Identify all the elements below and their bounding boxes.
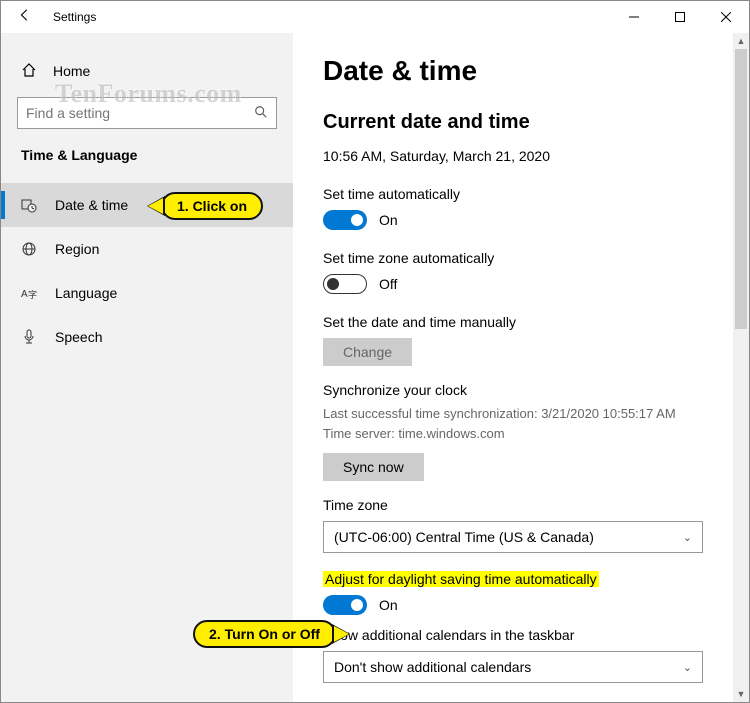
svg-text:A: A — [21, 289, 28, 300]
toggle-state: On — [379, 597, 398, 613]
calendars-value: Don't show additional calendars — [334, 659, 531, 675]
sidebar-item-date-time[interactable]: Date & time — [1, 183, 293, 227]
scroll-down-arrow[interactable]: ▼ — [733, 686, 749, 702]
globe-icon — [21, 241, 37, 257]
sidebar-item-label: Date & time — [55, 197, 128, 213]
current-datetime: 10:56 AM, Saturday, March 21, 2020 — [323, 148, 703, 164]
section-current: Current date and time — [323, 111, 703, 134]
chevron-down-icon: ⌄ — [683, 531, 692, 544]
sidebar-item-label: Language — [55, 285, 117, 301]
scroll-up-arrow[interactable]: ▲ — [733, 33, 749, 49]
timezone-value: (UTC-06:00) Central Time (US & Canada) — [334, 529, 594, 545]
sidebar: Home Time & Language Date & time Region … — [1, 33, 293, 702]
sidebar-item-label: Speech — [55, 329, 102, 345]
home-icon — [21, 62, 37, 81]
label-sync: Synchronize your clock — [323, 382, 703, 398]
sidebar-item-label: Region — [55, 241, 99, 257]
main-content: Date & time Current date and time 10:56 … — [293, 33, 733, 702]
sync-now-button[interactable]: Sync now — [323, 453, 424, 481]
label-manual: Set the date and time manually — [323, 314, 703, 330]
home-label: Home — [53, 63, 90, 79]
label-set-tz-auto: Set time zone automatically — [323, 250, 703, 266]
window-title: Settings — [53, 10, 96, 24]
search-icon — [254, 105, 268, 122]
label-calendars: Show additional calendars in the taskbar — [323, 627, 703, 643]
minimize-button[interactable] — [611, 1, 657, 33]
label-dst: Adjust for daylight saving time automati… — [323, 571, 703, 587]
category-title: Time & Language — [1, 147, 293, 163]
search-box[interactable] — [17, 97, 277, 129]
sidebar-item-speech[interactable]: Speech — [1, 315, 293, 359]
page-heading: Date & time — [323, 55, 703, 87]
home-link[interactable]: Home — [1, 53, 293, 89]
clock-calendar-icon — [21, 197, 37, 213]
change-button[interactable]: Change — [323, 338, 412, 366]
sidebar-item-language[interactable]: A字 Language — [1, 271, 293, 315]
scrollbar-thumb[interactable] — [735, 49, 747, 329]
timezone-dropdown[interactable]: (UTC-06:00) Central Time (US & Canada) ⌄ — [323, 521, 703, 553]
vertical-scrollbar[interactable]: ▲ ▼ — [733, 33, 749, 702]
search-input[interactable] — [26, 105, 254, 121]
sidebar-item-region[interactable]: Region — [1, 227, 293, 271]
language-icon: A字 — [21, 285, 37, 301]
sync-last: Last successful time synchronization: 3/… — [323, 404, 703, 424]
svg-text:字: 字 — [28, 289, 37, 300]
calendars-dropdown[interactable]: Don't show additional calendars ⌄ — [323, 651, 703, 683]
toggle-set-tz-auto[interactable] — [323, 274, 367, 294]
chevron-down-icon: ⌄ — [683, 661, 692, 674]
toggle-set-time-auto[interactable] — [323, 210, 367, 230]
back-button[interactable] — [9, 8, 41, 27]
sync-server: Time server: time.windows.com — [323, 424, 703, 444]
maximize-button[interactable] — [657, 1, 703, 33]
toggle-dst[interactable] — [323, 595, 367, 615]
close-button[interactable] — [703, 1, 749, 33]
toggle-state: Off — [379, 276, 397, 292]
title-bar: Settings — [1, 1, 749, 33]
label-timezone: Time zone — [323, 497, 703, 513]
microphone-icon — [21, 329, 37, 345]
label-set-time-auto: Set time automatically — [323, 186, 703, 202]
toggle-state: On — [379, 212, 398, 228]
